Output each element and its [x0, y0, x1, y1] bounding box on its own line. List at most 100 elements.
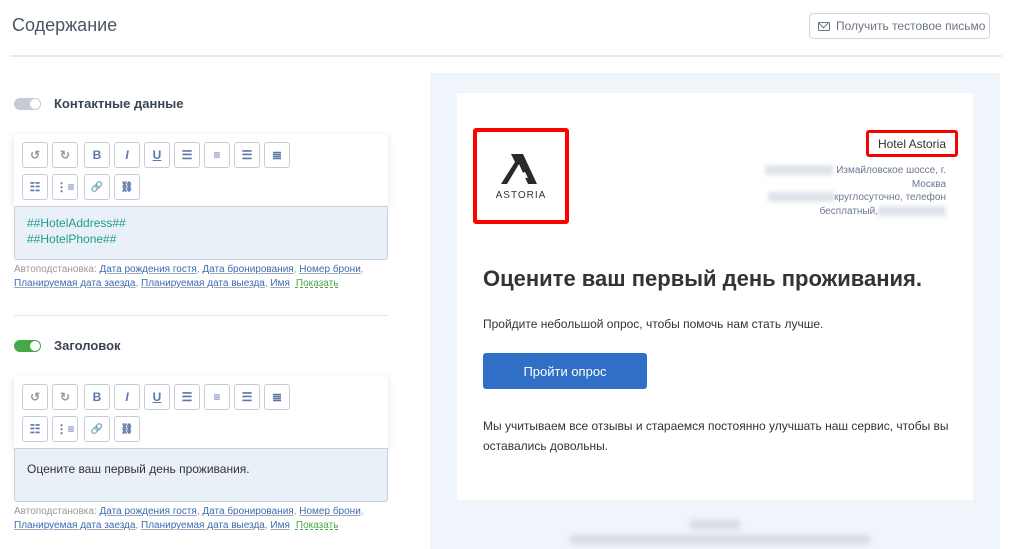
- align-center-button[interactable]: ≡: [204, 384, 230, 410]
- autosub-link[interactable]: Планируемая дата заезда: [14, 278, 135, 289]
- autosub-link[interactable]: Дата рождения гостя: [100, 264, 197, 275]
- undo-button[interactable]: ↺: [22, 384, 48, 410]
- bullet-list-button[interactable]: ☷: [22, 416, 48, 442]
- numbered-list-button[interactable]: ⋮≡: [52, 416, 78, 442]
- autosub-link[interactable]: Дата бронирования: [202, 506, 293, 517]
- align-right-button[interactable]: ☰: [234, 142, 260, 168]
- undo-icon: ↺: [29, 390, 41, 404]
- bold-icon: B: [92, 148, 102, 162]
- footer-blurred: [690, 520, 740, 529]
- align-center-button[interactable]: ≡: [204, 142, 230, 168]
- align-left-button[interactable]: ☰: [174, 384, 200, 410]
- align-right-button[interactable]: ☰: [234, 384, 260, 410]
- hotel-address: Измайловское шоссе, г. Москва круглосуто…: [765, 164, 946, 218]
- redo-button[interactable]: ↻: [52, 142, 78, 168]
- heading-toggle[interactable]: [14, 340, 41, 352]
- email-heading: Оцените ваш первый день проживания.: [483, 266, 922, 291]
- hotel-logo: ASTORIA: [473, 128, 569, 224]
- contacts-editor[interactable]: ##HotelAddress## ##HotelPhone##: [14, 206, 388, 260]
- align-right-icon: ☰: [241, 148, 253, 162]
- autosub-label: Автоподстановка:: [14, 506, 97, 517]
- contacts-toggle[interactable]: [14, 98, 41, 110]
- mail-icon: [818, 21, 830, 31]
- underline-button[interactable]: U: [144, 384, 170, 410]
- link-button[interactable]: 🔗: [84, 174, 110, 200]
- address-line: бесплатный,: [819, 205, 878, 217]
- align-center-icon: ≡: [213, 148, 221, 162]
- numbered-list-button[interactable]: ⋮≡: [52, 174, 78, 200]
- editor-line: Оцените ваш первый день проживания.: [27, 462, 250, 476]
- unlink-button[interactable]: ⛓: [114, 174, 140, 200]
- footer-blurred: [570, 535, 870, 544]
- editor-toolbar: ↺ ↻ B I U ☰ ≡ ☰ ≣ ☷ ⋮≡ 🔗 ⛓: [14, 376, 388, 448]
- heading-editor[interactable]: Оцените ваш первый день проживания.: [14, 448, 388, 502]
- unlink-button[interactable]: ⛓: [114, 416, 140, 442]
- bullet-list-icon: ☷: [29, 180, 41, 194]
- email-intro: Пройдите небольшой опрос, чтобы помочь н…: [483, 317, 824, 331]
- numbered-list-icon: ⋮≡: [55, 180, 75, 194]
- bullet-list-icon: ☷: [29, 422, 41, 436]
- justify-button[interactable]: ≣: [264, 142, 290, 168]
- italic-button[interactable]: I: [114, 384, 140, 410]
- header-divider: [10, 55, 1002, 57]
- address-line: круглосуточно, телефон: [834, 192, 946, 203]
- hotel-name: Hotel Astoria: [866, 130, 958, 157]
- show-more-link[interactable]: Показать: [296, 278, 339, 289]
- redo-icon: ↻: [59, 148, 71, 162]
- section-title-contacts: Контактные данные: [54, 96, 184, 111]
- italic-button[interactable]: I: [114, 142, 140, 168]
- link-icon: 🔗: [90, 423, 104, 435]
- editor-toolbar: ↺ ↻ B I U ☰ ≡ ☰ ≣ ☷ ⋮≡ 🔗 ⛓: [14, 134, 388, 206]
- autosub-contacts: Автоподстановка: Дата рождения гостя, Да…: [14, 264, 364, 289]
- justify-icon: ≣: [271, 148, 283, 162]
- unlink-icon: ⛓: [120, 181, 134, 193]
- justify-icon: ≣: [271, 390, 283, 404]
- autosub-link[interactable]: Дата бронирования: [202, 264, 293, 275]
- autosub-label: Автоподстановка:: [14, 264, 97, 275]
- align-right-icon: ☰: [241, 390, 253, 404]
- align-left-button[interactable]: ☰: [174, 142, 200, 168]
- redo-button[interactable]: ↻: [52, 384, 78, 410]
- underline-icon: U: [152, 390, 162, 404]
- link-button[interactable]: 🔗: [84, 416, 110, 442]
- page-title: Содержание: [12, 15, 118, 35]
- astoria-logo-icon: [501, 153, 537, 184]
- address-line: Измайловское шоссе, г.: [836, 165, 946, 176]
- italic-icon: I: [125, 148, 129, 162]
- autosub-heading: Автоподстановка: Дата рождения гостя, Да…: [14, 506, 364, 531]
- logo-text: ASTORIA: [495, 189, 547, 201]
- undo-button[interactable]: ↺: [22, 142, 48, 168]
- autosub-link[interactable]: Планируемая дата заезда: [14, 520, 135, 531]
- autosub-link[interactable]: Номер брони: [299, 264, 361, 275]
- bold-button[interactable]: B: [84, 384, 110, 410]
- italic-icon: I: [125, 390, 129, 404]
- survey-button[interactable]: Пройти опрос: [483, 353, 647, 389]
- redo-icon: ↻: [59, 390, 71, 404]
- numbered-list-icon: ⋮≡: [55, 422, 75, 436]
- autosub-link[interactable]: Дата рождения гостя: [100, 506, 197, 517]
- get-test-email-button[interactable]: Получить тестовое письмо: [809, 13, 990, 39]
- justify-button[interactable]: ≣: [264, 384, 290, 410]
- editor-line: ##HotelAddress##: [27, 216, 126, 230]
- underline-button[interactable]: U: [144, 142, 170, 168]
- section-title-heading: Заголовок: [54, 338, 121, 353]
- address-line: Москва: [911, 178, 946, 190]
- align-left-icon: ☰: [181, 148, 193, 162]
- show-more-link[interactable]: Показать: [296, 520, 339, 531]
- undo-icon: ↺: [29, 148, 41, 162]
- bold-button[interactable]: B: [84, 142, 110, 168]
- align-left-icon: ☰: [181, 390, 193, 404]
- bullet-list-button[interactable]: ☷: [22, 174, 48, 200]
- autosub-link[interactable]: Имя: [270, 520, 289, 531]
- autosub-link[interactable]: Имя: [270, 278, 289, 289]
- bold-icon: B: [92, 390, 102, 404]
- autosub-link[interactable]: Планируемая дата выезда: [141, 520, 265, 531]
- autosub-link[interactable]: Планируемая дата выезда: [141, 278, 265, 289]
- test-button-label: Получить тестовое письмо: [836, 19, 986, 33]
- email-outro: Мы учитываем все отзывы и стараемся пост…: [483, 419, 949, 453]
- editor-line: ##HotelPhone##: [27, 232, 117, 246]
- link-icon: 🔗: [90, 181, 104, 193]
- autosub-link[interactable]: Номер брони: [299, 506, 361, 517]
- unlink-icon: ⛓: [120, 423, 134, 435]
- align-center-icon: ≡: [213, 390, 221, 404]
